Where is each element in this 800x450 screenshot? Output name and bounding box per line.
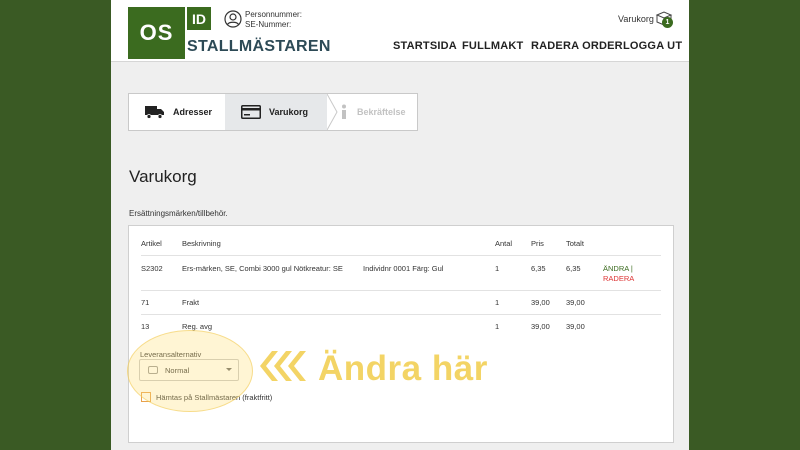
row-divider (141, 290, 661, 291)
row3-pris: 39,00 (531, 322, 550, 331)
step-bekraftelse: Bekräftelse (327, 94, 417, 130)
section-label: Ersättningsmärken/tillbehör. (129, 209, 228, 218)
truck-icon (145, 106, 164, 119)
highlight-circle (127, 330, 253, 412)
brand-name: STALLMÄSTAREN (187, 38, 331, 55)
card-icon (241, 105, 261, 119)
info-icon (342, 104, 346, 119)
row2-pris: 39,00 (531, 298, 550, 307)
nav-startsida[interactable]: STARTSIDA (393, 40, 457, 52)
logo-os[interactable]: OS (128, 7, 185, 59)
nav-logga-ut[interactable]: LOGGA UT (623, 40, 682, 52)
step-label-varukorg: Varukorg (269, 107, 309, 117)
row1-pris: 6,35 (531, 264, 546, 273)
row2-beskrivning: Frakt (182, 298, 200, 307)
row2-antal: 1 (495, 298, 500, 307)
double-chevron-left-icon (260, 351, 306, 381)
row1-antal: 1 (495, 264, 500, 273)
page-title: Varukorg (129, 167, 197, 186)
row1-beskrivning: Ers-märken, SE, Combi 3000 gul Nötkreatu… (182, 264, 343, 273)
col-antal: Antal (495, 239, 513, 248)
row-divider (141, 314, 661, 315)
step-label-adresser: Adresser (173, 107, 213, 117)
checkout-steps: Adresser Varukorg Bekräftelse (128, 93, 418, 131)
row1-totalt: 6,35 (566, 264, 581, 273)
row-divider (141, 255, 661, 256)
row2-totalt: 39,00 (566, 298, 585, 307)
logo-id[interactable]: ID (187, 7, 211, 30)
cart-count-badge: 1 (662, 17, 673, 28)
row3-artikel: 13 (141, 322, 150, 331)
row1-artikel: S2302 (141, 264, 163, 273)
row1-delete-link[interactable]: RADERA (603, 274, 634, 283)
callout-text: Ändra här (318, 349, 488, 388)
col-totalt: Totalt (566, 239, 584, 248)
nav-fullmakt[interactable]: FULLMAKT (462, 40, 523, 52)
cart-link[interactable]: Varukorg (618, 14, 654, 24)
row2-artikel: 71 (141, 298, 150, 307)
row1-change-link[interactable]: ÄNDRA | (603, 264, 633, 273)
step-label-bekraftelse: Bekräftelse (357, 107, 406, 117)
row1-extra: Individnr 0001 Färg: Gul (363, 264, 444, 273)
col-artikel: Artikel (141, 239, 162, 248)
col-pris: Pris (531, 239, 544, 248)
nav-radera-order[interactable]: RADERA ORDER (531, 40, 623, 52)
se-nummer-label: SE-Nummer: (245, 20, 292, 29)
header: OS ID STALLMÄSTAREN Personnummer: SE-Num… (111, 0, 689, 62)
col-beskrivning: Beskrivning (182, 239, 221, 248)
person-icon (224, 10, 242, 28)
step-varukorg[interactable]: Varukorg (225, 94, 327, 130)
person-info: Personnummer: SE-Nummer: (245, 10, 302, 30)
personnummer-label: Personnummer: (245, 10, 302, 19)
row3-totalt: 39,00 (566, 322, 585, 331)
step-adresser[interactable]: Adresser (129, 94, 225, 130)
row3-antal: 1 (495, 322, 500, 331)
